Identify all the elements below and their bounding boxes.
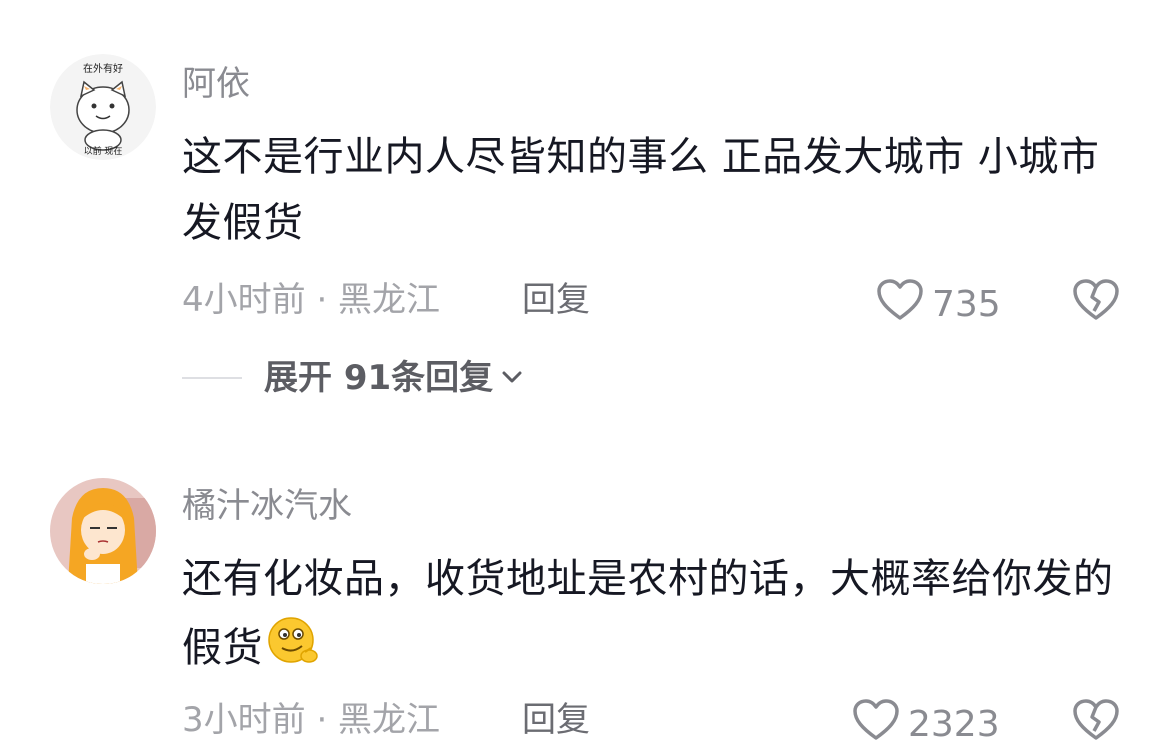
like-button[interactable]: 735 [876, 278, 1001, 331]
avatar[interactable] [50, 478, 156, 584]
expand-replies-label: 展开 91条回复 [264, 358, 494, 398]
chevron-down-icon [501, 369, 523, 388]
comment-text: 这不是行业内人尽皆知的事么 正品发大城市 小城市发假货 [182, 134, 1100, 246]
comment-text-body: 还有化妆品，收货地址是农村的话，大概率给你发的假货 [182, 556, 1114, 671]
heart-outline-icon [852, 698, 900, 751]
broken-heart-icon [1072, 699, 1120, 746]
smirk-emoji-icon [265, 612, 321, 688]
comment-time-location: 3小时前 · 黑龙江 [182, 700, 441, 740]
avatar-caption-top: 在外有好 [83, 62, 123, 75]
reply-button[interactable]: 回复 [522, 280, 590, 320]
comment-text: 还有化妆品，收货地址是农村的话，大概率给你发的假货 [182, 546, 1122, 688]
like-count: 735 [932, 283, 1001, 325]
heart-outline-icon [876, 278, 924, 331]
avatar[interactable]: 在外有好 以前 现在 [50, 54, 156, 160]
like-count: 2323 [908, 703, 1000, 745]
comment-time-location: 4小时前 · 黑龙江 [182, 280, 441, 320]
reply-button[interactable]: 回复 [522, 700, 590, 740]
dislike-button[interactable] [1072, 278, 1120, 326]
expand-replies[interactable]: 展开 91条回复 [182, 358, 523, 398]
dislike-button[interactable] [1072, 698, 1120, 746]
comment-username[interactable]: 阿依 [182, 64, 250, 104]
divider [182, 377, 242, 379]
comment-username[interactable]: 橘汁冰汽水 [182, 486, 352, 526]
like-button[interactable]: 2323 [852, 698, 1000, 751]
broken-heart-icon [1072, 279, 1120, 326]
avatar-caption-bottom: 以前 现在 [84, 145, 123, 157]
